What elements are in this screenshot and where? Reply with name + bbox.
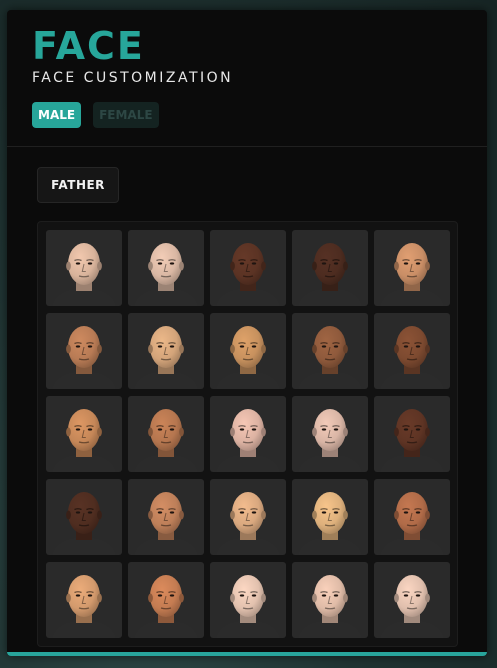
- face-portrait: [298, 326, 362, 389]
- tab-male[interactable]: MALE: [32, 102, 82, 128]
- face-option[interactable]: [46, 479, 122, 555]
- face-option[interactable]: [128, 479, 204, 555]
- face-option[interactable]: [128, 313, 204, 389]
- face-portrait: [134, 243, 198, 306]
- face-portrait: [380, 492, 444, 555]
- face-portrait: [216, 492, 280, 555]
- face-portrait: [380, 575, 444, 638]
- face-option[interactable]: [374, 313, 450, 389]
- face-option[interactable]: [292, 479, 368, 555]
- face-portrait: [380, 409, 444, 472]
- face-portrait: [216, 243, 280, 306]
- face-portrait: [134, 575, 198, 638]
- tab-father[interactable]: FATHER: [37, 167, 119, 203]
- face-option[interactable]: [292, 313, 368, 389]
- face-option[interactable]: [210, 313, 286, 389]
- face-portrait: [52, 575, 116, 638]
- gender-tabs: MALE FEMALE: [32, 102, 159, 128]
- face-portrait: [216, 409, 280, 472]
- face-option[interactable]: [292, 230, 368, 306]
- face-option[interactable]: [128, 230, 204, 306]
- face-option[interactable]: [374, 479, 450, 555]
- face-option[interactable]: [46, 313, 122, 389]
- face-option[interactable]: [292, 562, 368, 638]
- face-customization-panel: FACE FACE CUSTOMIZATION MALE FEMALE FATH…: [7, 10, 487, 656]
- face-portrait: [52, 492, 116, 555]
- header-divider: [7, 146, 487, 147]
- face-portrait: [298, 575, 362, 638]
- face-option[interactable]: [46, 396, 122, 472]
- face-option[interactable]: [128, 396, 204, 472]
- face-option[interactable]: [374, 230, 450, 306]
- face-portrait: [134, 326, 198, 389]
- face-grid-frame: [37, 221, 458, 647]
- face-portrait: [216, 326, 280, 389]
- face-portrait: [298, 492, 362, 555]
- face-option[interactable]: [210, 396, 286, 472]
- face-option[interactable]: [46, 230, 122, 306]
- face-option[interactable]: [128, 562, 204, 638]
- face-portrait: [216, 575, 280, 638]
- face-option[interactable]: [210, 479, 286, 555]
- face-portrait: [52, 409, 116, 472]
- accent-bar: [7, 652, 487, 656]
- face-option[interactable]: [374, 562, 450, 638]
- face-option[interactable]: [292, 396, 368, 472]
- face-option[interactable]: [210, 230, 286, 306]
- face-portrait: [298, 409, 362, 472]
- face-portrait: [380, 326, 444, 389]
- face-portrait: [380, 243, 444, 306]
- face-portrait: [52, 243, 116, 306]
- page-title: FACE: [32, 24, 145, 68]
- face-option[interactable]: [46, 562, 122, 638]
- page-subtitle: FACE CUSTOMIZATION: [32, 70, 234, 86]
- face-portrait: [134, 409, 198, 472]
- face-portrait: [134, 492, 198, 555]
- face-portrait: [298, 243, 362, 306]
- face-portrait: [52, 326, 116, 389]
- face-grid: [46, 230, 450, 638]
- face-option[interactable]: [374, 396, 450, 472]
- tab-female[interactable]: FEMALE: [93, 102, 159, 128]
- face-option[interactable]: [210, 562, 286, 638]
